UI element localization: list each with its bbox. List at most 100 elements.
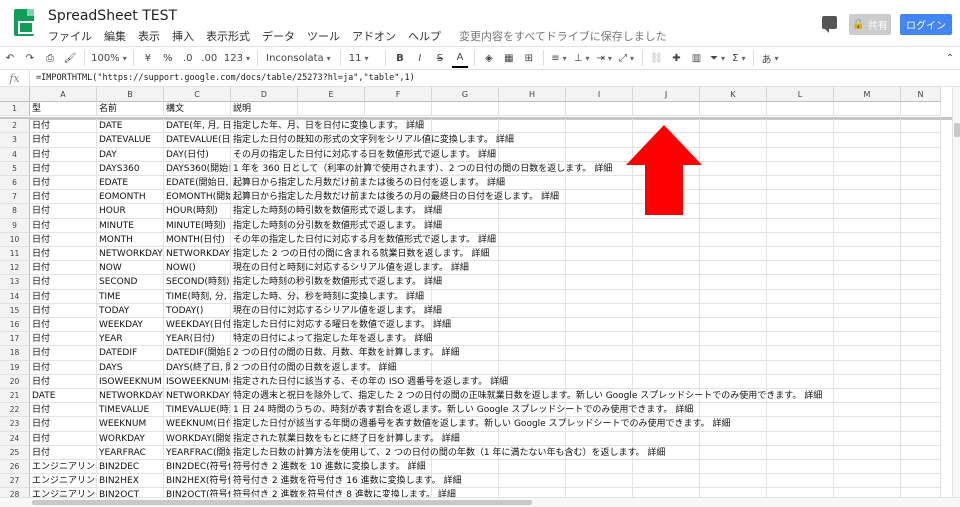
cell-c21[interactable]: NETWORKDAYS [164, 389, 231, 404]
cell-n15[interactable] [901, 303, 941, 318]
cell-a17[interactable]: 日付 [30, 332, 97, 347]
cell-i13[interactable] [566, 275, 633, 290]
cell-m26[interactable] [834, 460, 901, 475]
cell-d16[interactable]: 指定した日付に対応する曜日を数値で返します。 詳細 [231, 318, 451, 333]
cell-m16[interactable] [834, 318, 901, 333]
cell-k13[interactable] [700, 275, 767, 290]
cell-b13[interactable]: SECOND [97, 275, 164, 290]
cell-d27[interactable]: 符号付き 2 進数を符号付き 16 進数に変換します。 詳細 [231, 474, 462, 489]
cell-k10[interactable] [700, 232, 767, 247]
cell-n6[interactable] [901, 176, 941, 191]
merge-cells-icon[interactable]: ⊞ [521, 48, 537, 68]
cell-c3[interactable]: DATEVALUE(日付 [164, 133, 231, 148]
cell-l16[interactable] [767, 318, 834, 333]
cell-n20[interactable] [901, 374, 941, 389]
cell-c12[interactable]: NOW() [164, 261, 231, 276]
cell-a22[interactable]: 日付 [30, 403, 97, 418]
cell-a10[interactable]: 日付 [30, 232, 97, 247]
cell-j16[interactable] [633, 318, 700, 333]
insert-comment-icon[interactable]: ✚ [668, 48, 684, 68]
select-all-corner[interactable] [0, 87, 30, 102]
cell-m28[interactable] [834, 488, 901, 497]
cell-k27[interactable] [700, 474, 767, 489]
bold-button[interactable]: B [392, 48, 408, 68]
decrease-decimal-button[interactable]: .0 [180, 48, 196, 68]
cell-n5[interactable] [901, 161, 941, 176]
cell-a2[interactable]: 日付 [30, 119, 97, 134]
input-tools-button[interactable]: あ [760, 48, 780, 68]
undo-icon[interactable]: ↶ [2, 48, 18, 68]
cell-c15[interactable]: TODAY() [164, 303, 231, 318]
cell-k7[interactable] [700, 190, 767, 205]
cell-d23[interactable]: 指定した日付が該当する年間の週番号を表す数値を返します。新しい Google ス… [231, 417, 731, 432]
cell-n13[interactable] [901, 275, 941, 290]
cell-j26[interactable] [633, 460, 700, 475]
cell-j27[interactable] [633, 474, 700, 489]
cell-a5[interactable]: 日付 [30, 161, 97, 176]
cell-m2[interactable] [834, 119, 901, 134]
cell-l24[interactable] [767, 431, 834, 446]
cell-c23[interactable]: WEEKNUM(日付 [164, 417, 231, 432]
row-header[interactable]: 8 [0, 204, 30, 219]
cell-l20[interactable] [767, 374, 834, 389]
row-header[interactable]: 21 [0, 389, 30, 404]
cell-n22[interactable] [901, 403, 941, 418]
column-header-d[interactable]: D [231, 87, 298, 102]
cell-c7[interactable]: EOMONTH(開始 [164, 190, 231, 205]
horizontal-scrollbar[interactable] [0, 497, 960, 507]
cell-n11[interactable] [901, 247, 941, 262]
cell-b8[interactable]: HOUR [97, 204, 164, 219]
row-header[interactable]: 11 [0, 247, 30, 262]
cell-k3[interactable] [700, 133, 767, 148]
cell-j18[interactable] [633, 346, 700, 361]
cell-k16[interactable] [700, 318, 767, 333]
cell-b5[interactable]: DAYS360 [97, 161, 164, 176]
cell-i18[interactable] [566, 346, 633, 361]
cell-i2[interactable] [566, 119, 633, 134]
cell-l18[interactable] [767, 346, 834, 361]
cell-l27[interactable] [767, 474, 834, 489]
row-header[interactable]: 7 [0, 190, 30, 205]
cell-m10[interactable] [834, 232, 901, 247]
cell-a16[interactable]: 日付 [30, 318, 97, 333]
cell-l11[interactable] [767, 247, 834, 262]
cell-m8[interactable] [834, 204, 901, 219]
login-button[interactable]: ログイン [900, 14, 952, 35]
row-header[interactable]: 16 [0, 318, 30, 333]
fill-color-icon[interactable]: ◈ [481, 48, 497, 68]
cell-h4[interactable] [499, 147, 566, 162]
save-status[interactable]: 変更内容をすべてドライブに保存しました [459, 28, 667, 44]
menu-format[interactable]: 表示形式 [206, 28, 250, 44]
cell-i19[interactable] [566, 360, 633, 375]
cell-a12[interactable]: 日付 [30, 261, 97, 276]
column-header-c[interactable]: C [164, 87, 231, 102]
cell-b26[interactable]: BIN2DEC [97, 460, 164, 475]
cell-l19[interactable] [767, 360, 834, 375]
row-header[interactable]: 2 [0, 119, 30, 134]
cell-i24[interactable] [566, 431, 633, 446]
row-header[interactable]: 23 [0, 417, 30, 432]
cell-c6[interactable]: EDATE(開始日, 月 [164, 176, 231, 191]
text-color-button[interactable]: A [451, 48, 468, 68]
cell-a1[interactable]: 型 [30, 102, 97, 117]
column-header-e[interactable]: E [298, 87, 365, 102]
insert-link-icon[interactable]: ⛓ [648, 48, 664, 68]
vertical-scrollbar[interactable] [952, 87, 960, 497]
cell-n19[interactable] [901, 360, 941, 375]
cell-h18[interactable] [499, 346, 566, 361]
cell-n25[interactable] [901, 445, 941, 460]
cell-j14[interactable] [633, 289, 700, 304]
cell-d28[interactable]: 符号付き 2 進数を符号付き 8 進数に変換します。 詳細 [231, 488, 456, 497]
cell-l3[interactable] [767, 133, 834, 148]
cell-h8[interactable] [499, 204, 566, 219]
cell-n2[interactable] [901, 119, 941, 134]
increase-decimal-button[interactable]: .00 [200, 48, 219, 68]
redo-icon[interactable]: ↷ [22, 48, 38, 68]
cell-a18[interactable]: 日付 [30, 346, 97, 361]
print-icon[interactable]: ⎙ [42, 48, 58, 68]
cell-j15[interactable] [633, 303, 700, 318]
cell-h6[interactable] [499, 176, 566, 191]
cell-l26[interactable] [767, 460, 834, 475]
row-header[interactable]: 1 [0, 102, 30, 117]
column-header-h[interactable]: H [499, 87, 566, 102]
